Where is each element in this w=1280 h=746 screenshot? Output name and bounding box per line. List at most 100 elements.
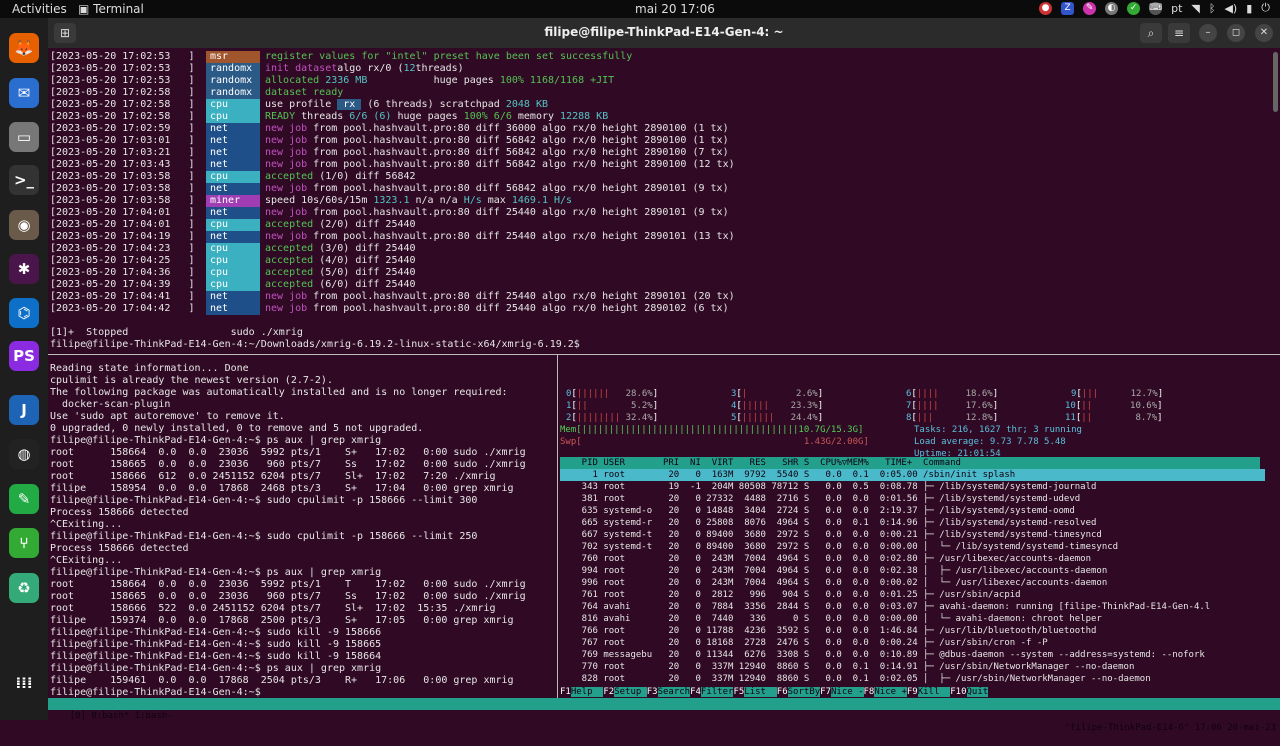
process-row[interactable]: 343 root 19 -1 204M 80508 78712 S 0.0 0.… — [560, 481, 1265, 493]
htop-process-list[interactable]: 1 root 20 0 163M 9792 5540 S 0.0 0.1 0:0… — [560, 469, 1265, 685]
cpu-percent: 2.6% — [796, 389, 818, 399]
pane-divider-vertical[interactable] — [557, 355, 558, 698]
app-menu[interactable]: ▣ Terminal — [78, 2, 144, 16]
log-line: [2023-05-20 17:02:53 ] msr register values… — [50, 51, 1270, 63]
log-message: speed 10s/60s/15m 1323.1 n/a n/a H/s max… — [265, 195, 572, 207]
fkey-kill[interactable]: Kill — [917, 687, 951, 697]
process-row[interactable]: 760 root 20 0 243M 7004 4964 S 0.0 0.0 0… — [560, 553, 1265, 565]
restore-icon[interactable]: ◻ — [1227, 24, 1245, 42]
fkey-list[interactable]: List — [744, 687, 777, 697]
notes-icon[interactable]: ✎ — [1083, 1, 1097, 15]
xmrig-log-pane[interactable]: [2023-05-20 17:02:53 ] msr register values… — [50, 51, 1270, 315]
close-icon[interactable]: ✕ — [1255, 24, 1273, 42]
editor-icon[interactable]: ✎ — [9, 484, 39, 514]
language-indicator[interactable]: pt — [1171, 2, 1182, 15]
scrollbar[interactable] — [1273, 52, 1278, 112]
log-tag: randomx — [206, 75, 260, 87]
process-row[interactable]: 1 root 20 0 163M 9792 5540 S 0.0 0.1 0:0… — [560, 469, 1265, 481]
fkey-sortby[interactable]: SortBy — [787, 687, 821, 697]
record-icon[interactable]: ● — [1039, 1, 1053, 15]
cpu-percent: 23.3% — [790, 401, 818, 411]
battery-icon[interactable]: ▮ — [1246, 2, 1252, 15]
log-timestamp: [2023-05-20 17:02:58 ] — [50, 87, 195, 98]
fkey-filter[interactable]: Filter — [700, 687, 734, 697]
files-icon[interactable]: ▭ — [9, 122, 39, 152]
git-icon[interactable]: ⑂ — [9, 528, 39, 558]
cpu-bracket: ] — [992, 401, 999, 411]
fkey-search[interactable]: Search — [657, 687, 691, 697]
cpu-bracket: ] — [1157, 413, 1163, 423]
log-fragment: rx — [337, 99, 362, 110]
process-row[interactable]: 770 root 20 0 337M 12940 8860 S 0.0 0.1 … — [560, 661, 1265, 673]
fkey-quit[interactable]: Quit — [966, 687, 989, 697]
log-fragment: accepted — [265, 267, 314, 278]
process-row[interactable]: 994 root 20 0 243M 7004 4964 S 0.0 0.0 0… — [560, 565, 1265, 577]
log-timestamp: [2023-05-20 17:03:21 ] — [50, 147, 195, 158]
log-fragment: (4/0) diff 25440 — [313, 255, 416, 266]
log-line: [2023-05-20 17:03:01 ] net new job from po… — [50, 135, 1270, 147]
log-line: [2023-05-20 17:02:58 ] randomx dataset rea… — [50, 87, 1270, 99]
log-message: accepted (2/0) diff 25440 — [265, 219, 416, 231]
process-row[interactable]: 702 systemd-t 20 0 89400 3680 2972 S 0.0… — [560, 541, 1265, 553]
minimize-icon[interactable]: – — [1199, 24, 1217, 42]
wifi-icon[interactable]: ◥ — [1191, 2, 1199, 15]
process-row[interactable]: 996 root 20 0 243M 7004 4964 S 0.0 0.0 0… — [560, 577, 1265, 589]
log-fragment: 1469.1 H/s — [511, 195, 573, 206]
thunderbird-icon[interactable]: ✉ — [9, 78, 39, 108]
terminal-icon[interactable]: >_ — [9, 165, 39, 195]
trash-icon[interactable]: ♻ — [9, 573, 39, 603]
cpu-pad — [1092, 401, 1130, 411]
cpu-meter: 10[|| 10.6%] — [1065, 400, 1163, 412]
obs-icon[interactable]: ◍ — [9, 439, 39, 469]
joplin-icon[interactable]: J — [9, 395, 39, 425]
z-app-icon[interactable]: Z — [1061, 1, 1075, 15]
vscode-icon[interactable]: ⌬ — [9, 298, 39, 328]
pane-divider-horizontal[interactable] — [48, 354, 1280, 355]
apps-grid-icon[interactable]: ⁞⁞⁞ — [9, 668, 39, 698]
process-row[interactable]: 764 avahi 20 0 7884 3356 2844 S 0.0 0.0 … — [560, 601, 1265, 613]
process-row[interactable]: 828 root 20 0 337M 12940 8860 S 0.0 0.1 … — [560, 673, 1265, 685]
slack-icon[interactable]: ✱ — [9, 254, 39, 284]
log-message: new job from pool.hashvault.pro:80 diff … — [265, 291, 735, 303]
log-timestamp: [2023-05-20 17:04:36 ] — [50, 267, 195, 278]
menu-icon[interactable]: ≡ — [1168, 23, 1190, 43]
process-row[interactable]: 761 root 20 0 2812 996 904 S 0.0 0.0 0:0… — [560, 589, 1265, 601]
check-icon[interactable]: ✓ — [1127, 1, 1141, 15]
bash-line: Use 'sudo apt autoremove' to remove it. — [50, 411, 285, 422]
shell-prompt[interactable]: filipe@filipe-ThinkPad-E14-Gen-4:~/Downl… — [50, 339, 580, 351]
log-fragment: (5/0) diff 25440 — [313, 267, 416, 278]
bash-line: Reading state information... Done — [50, 363, 249, 374]
process-row[interactable]: 766 root 20 0 11788 4236 3592 S 0.0 0.0 … — [560, 625, 1265, 637]
cpu-bracket: ] — [992, 413, 999, 423]
phpstorm-icon[interactable]: PS — [9, 341, 39, 371]
process-row[interactable]: 667 systemd-t 20 0 89400 3680 2972 S 0.0… — [560, 529, 1265, 541]
process-row[interactable]: 816 avahi 20 0 7440 336 0 S 0.0 0.0 0:00… — [560, 613, 1265, 625]
log-fragment: accepted — [265, 243, 314, 254]
process-row[interactable]: 381 root 20 0 27332 4488 2716 S 0.0 0.0 … — [560, 493, 1265, 505]
mic-icon[interactable]: ◐ — [1105, 1, 1119, 15]
search-icon[interactable]: ⌕ — [1140, 23, 1162, 43]
process-row[interactable]: 635 systemd-o 20 0 14848 3404 2724 S 0.0… — [560, 505, 1265, 517]
log-fragment: max — [481, 195, 512, 206]
volume-icon[interactable]: ◀) — [1224, 2, 1237, 15]
process-row[interactable]: 769 messagebu 20 0 11344 6276 3308 S 0.0… — [560, 649, 1265, 661]
power-icon[interactable]: ⏻ — [1261, 1, 1270, 15]
gimp-icon[interactable]: ◉ — [9, 210, 39, 240]
bash-pane[interactable]: Reading state information... Done cpulimi… — [50, 363, 555, 699]
clock[interactable]: mai 20 17:06 — [635, 2, 715, 16]
bash-line: filipe@filipe-ThinkPad-E14-Gen-4:~$ ps a… — [50, 435, 382, 446]
log-tag: net — [206, 147, 260, 159]
process-row[interactable]: 665 systemd-r 20 0 25808 8076 4964 S 0.0… — [560, 517, 1265, 529]
firefox-icon[interactable]: 🦊 — [9, 33, 39, 63]
activities-button[interactable]: Activities — [12, 2, 67, 16]
process-row[interactable]: 767 root 20 0 18168 2728 2476 S 0.0 0.0 … — [560, 637, 1265, 649]
log-line: [2023-05-20 17:03:58 ] cpu accepted (1/0) … — [50, 171, 1270, 183]
fkey-nice[interactable]: Nice + — [874, 687, 907, 697]
fkey-nice[interactable]: Nice - — [831, 687, 864, 697]
fkey-help[interactable]: Help — [570, 687, 604, 697]
keyboard-icon[interactable]: ⌨ — [1149, 1, 1163, 15]
htop-column-header[interactable]: PID USER PRI NI VIRT RES SHR S CPU%▽MEM%… — [560, 457, 1260, 469]
fkey-setup[interactable]: Setup — [614, 687, 647, 697]
log-fragment: new job — [265, 231, 308, 242]
bluetooth-icon[interactable]: ᛒ — [1209, 2, 1216, 15]
